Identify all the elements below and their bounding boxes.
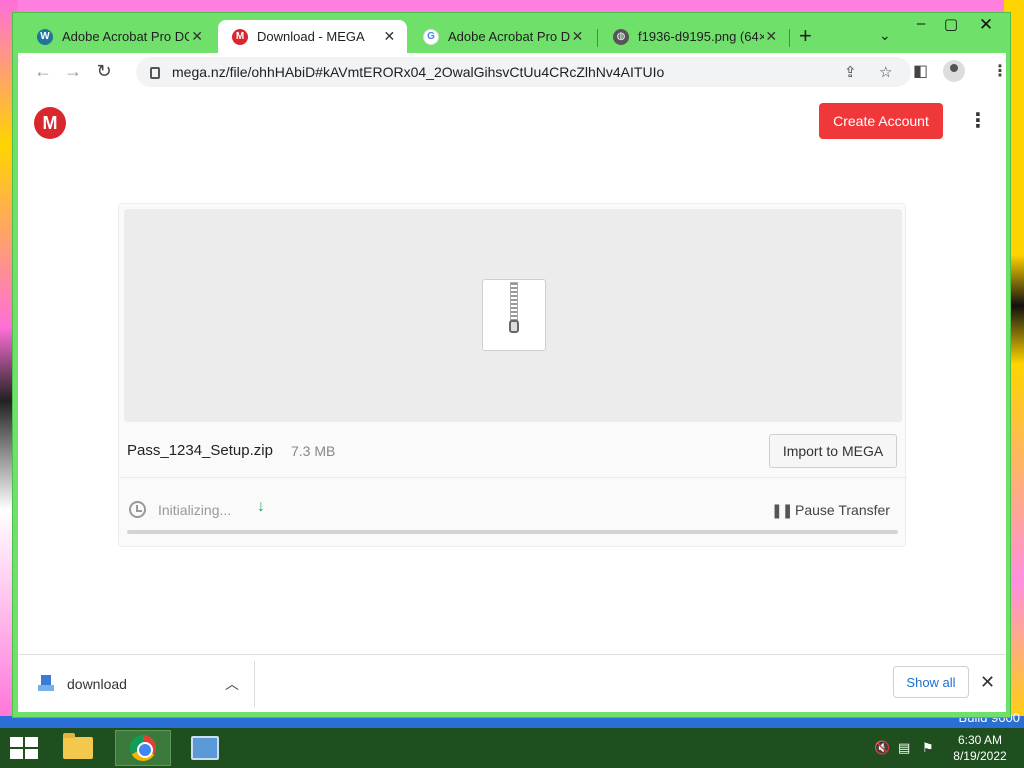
mega-logo-icon[interactable]: M xyxy=(34,107,66,139)
close-tab-icon[interactable]: ✕ xyxy=(570,28,585,45)
clock-time: 6:30 AM xyxy=(957,733,1003,747)
tab-strip: W Adobe Acrobat Pro DC ✕ M Download - ME… xyxy=(13,13,1012,53)
download-shelf: download ︿ Show all ✕ xyxy=(18,654,1006,712)
downloaded-file-icon xyxy=(38,675,54,691)
system-clock[interactable]: 6:30 AM 8/19/2022 xyxy=(940,732,1020,764)
file-name: Pass_1234_Setup.zip xyxy=(127,442,273,459)
download-item-name[interactable]: download xyxy=(67,676,127,692)
file-card: Pass_1234_Setup.zip 7.3 MB Import to MEG… xyxy=(118,203,907,547)
file-size: 7.3 MB xyxy=(291,443,336,459)
browser-window: W Adobe Acrobat Pro DC ✕ M Download - ME… xyxy=(12,12,1011,718)
start-pane xyxy=(10,737,23,747)
pause-transfer-button[interactable]: Pause Transfer xyxy=(795,502,890,518)
clock-date: 8/19/2022 xyxy=(953,749,1007,763)
download-divider xyxy=(254,661,255,707)
close-tab-icon[interactable]: ✕ xyxy=(382,28,397,45)
page-content: M Create Account ⋮ Pass_1234_Setup.zip 7… xyxy=(18,91,1006,654)
minimize-icon[interactable]: ‒ xyxy=(906,15,936,32)
file-icon-part xyxy=(38,685,54,691)
download-arrow-icon: ↓ xyxy=(257,498,265,515)
wordpress-icon: W xyxy=(37,28,53,45)
reload-icon[interactable]: ↻ xyxy=(93,61,115,81)
transfer-status-text: Initializing... xyxy=(158,502,232,518)
share-icon[interactable]: ⇪ xyxy=(844,63,857,81)
globe-icon: ◍ xyxy=(613,28,629,45)
control-panel-icon xyxy=(191,736,219,760)
profile-avatar-icon[interactable] xyxy=(943,60,965,82)
create-account-button[interactable]: Create Account xyxy=(819,103,943,139)
maximize-icon[interactable]: ▢ xyxy=(936,15,966,33)
close-tab-icon[interactable]: ✕ xyxy=(189,28,205,45)
show-all-button[interactable]: Show all xyxy=(893,666,969,698)
action-center-icon[interactable]: ⚑ xyxy=(922,740,934,756)
url-text: mega.nz/file/ohhHAbiD#kAVmtERORx04_2Owal… xyxy=(172,64,665,80)
close-download-bar-icon[interactable]: ✕ xyxy=(980,672,995,693)
transfer-status-row: Initializing... ↓ ❚❚ Pause Transfer xyxy=(119,478,907,540)
start-button-icon[interactable] xyxy=(10,737,38,759)
pause-icon[interactable]: ❚❚ xyxy=(771,502,793,519)
windows-taskbar: 🔇 ▤ ⚑ 6:30 AM 8/19/2022 xyxy=(0,728,1024,768)
zip-file-icon xyxy=(482,279,546,351)
back-icon[interactable]: ← xyxy=(32,61,54,81)
browser-menu-icon[interactable]: ⋮ xyxy=(992,61,1008,81)
forward-icon[interactable]: → xyxy=(62,61,84,81)
tab-title: Adobe Acrobat Pro DC xyxy=(62,29,190,44)
import-to-mega-button[interactable]: Import to MEGA xyxy=(769,434,897,468)
chrome-taskbar-icon[interactable] xyxy=(115,730,171,766)
file-info-row: Pass_1234_Setup.zip 7.3 MB Import to MEG… xyxy=(119,422,907,478)
tab-search-chevron-icon[interactable]: ⌄ xyxy=(879,27,891,44)
control-panel-taskbar-icon[interactable] xyxy=(177,730,233,766)
tab-separator xyxy=(597,29,598,47)
bookmark-star-icon[interactable]: ☆ xyxy=(879,63,892,81)
more-options-icon[interactable]: ⋮ xyxy=(968,111,988,131)
zip-pull xyxy=(509,320,519,333)
tab-title: f1936-d9195.png (64×0 xyxy=(638,29,764,44)
desktop-wallpaper-top xyxy=(0,0,1024,12)
chrome-icon xyxy=(130,735,156,761)
tab-title: Adobe Acrobat Pro DC xyxy=(448,29,570,44)
close-window-icon[interactable]: ✕ xyxy=(971,15,1001,35)
progress-bar xyxy=(127,530,898,534)
tab-2[interactable]: M Download - MEGA ✕ xyxy=(218,20,407,53)
tab-1[interactable]: W Adobe Acrobat Pro DC ✕ xyxy=(23,20,215,53)
network-icon[interactable]: ▤ xyxy=(898,740,910,756)
address-bar[interactable]: mega.nz/file/ohhHAbiD#kAVmtERORx04_2Owal… xyxy=(136,57,911,87)
chevron-up-icon[interactable]: ︿ xyxy=(225,674,239,694)
tab-separator xyxy=(789,29,790,47)
side-panel-icon[interactable]: ◧ xyxy=(913,61,928,81)
start-pane xyxy=(25,737,38,747)
file-preview xyxy=(124,209,902,422)
tab-4[interactable]: ◍ f1936-d9195.png (64×0 ✕ xyxy=(599,20,789,53)
google-icon: G xyxy=(423,28,439,45)
tab-title: Download - MEGA xyxy=(257,29,365,44)
lock-icon xyxy=(150,67,160,79)
file-explorer-taskbar-icon[interactable] xyxy=(50,730,106,766)
folder-icon xyxy=(63,733,93,759)
volume-muted-icon[interactable]: 🔇 xyxy=(874,740,890,756)
mega-icon: M xyxy=(232,28,248,45)
start-pane xyxy=(25,749,38,759)
close-tab-icon[interactable]: ✕ xyxy=(764,28,779,45)
start-pane xyxy=(10,749,23,759)
browser-toolbar: ← → ↻ mega.nz/file/ohhHAbiD#kAVmtERORx04… xyxy=(18,53,1008,91)
clock-icon xyxy=(129,501,146,518)
tab-3[interactable]: G Adobe Acrobat Pro DC ✕ xyxy=(409,20,595,53)
new-tab-icon[interactable]: + xyxy=(799,25,812,47)
file-icon-part xyxy=(41,675,51,685)
